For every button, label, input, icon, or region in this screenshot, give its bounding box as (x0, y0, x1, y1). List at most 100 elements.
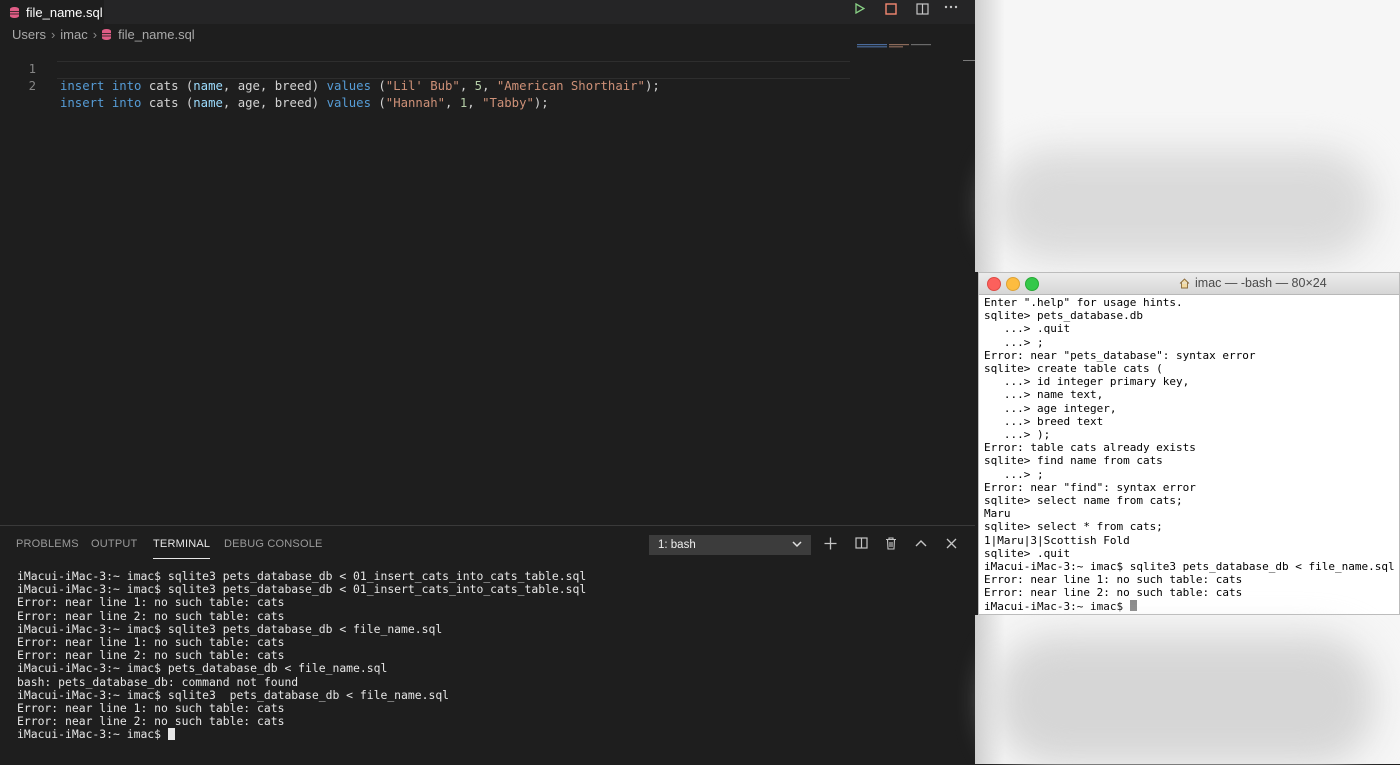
mac-terminal-output[interactable]: Enter ".help" for usage hints. sqlite> pe… (984, 296, 1395, 613)
terminal-line: sqlite> find name from cats (984, 454, 1163, 468)
bottom-panel: PROBLEMS OUTPUT TERMINAL DEBUG CONSOLE 1… (0, 526, 975, 764)
plus-icon[interactable] (821, 534, 839, 552)
code-token: cats ( (141, 79, 194, 93)
terminal-lines: iMacui-iMac-3:~ imac$ sqlite3 pets_datab… (17, 569, 586, 728)
code-token: , age, breed) (222, 96, 327, 110)
terminal-line: bash: pets_database_db: command not foun… (17, 674, 299, 689)
zoom-window-button[interactable] (1025, 277, 1039, 291)
window-title-text: imac — -bash — 80×24 (1195, 276, 1327, 290)
code-token: "Hannah" (385, 96, 446, 110)
code-token: ); (644, 79, 660, 93)
terminal-line: sqlite> .quit (984, 546, 1071, 560)
maximize-panel-icon[interactable] (912, 534, 930, 552)
code-token: "American Shorthair" (496, 79, 645, 93)
home-icon (1179, 277, 1190, 288)
window-title: imac — -bash — 80×24 (1179, 276, 1327, 290)
terminal-line: Error: table cats already exists (984, 441, 1196, 455)
code-token: insert (60, 79, 105, 93)
split-editor-icon[interactable] (913, 0, 931, 17)
breadcrumb: Users › imac › file_name.sql (12, 27, 195, 42)
code-line[interactable]: 2 insert into cats (name, age, breed) va… (0, 61, 850, 110)
breadcrumb-users[interactable]: Users (12, 27, 46, 42)
terminal-line: Error: near "find": syntax error (984, 480, 1196, 494)
split-terminal-icon[interactable] (852, 534, 870, 552)
code-line[interactable]: 1 insert into cats (name, age, breed) va… (0, 44, 850, 93)
code-token: into (111, 96, 142, 110)
terminal-cursor (167, 728, 175, 741)
terminal-prompt: iMacui-iMac-3:~ imac$ (17, 727, 168, 742)
blurred-background (975, 615, 1400, 765)
editor-tab-bar: file_name.sql (0, 0, 975, 24)
breadcrumb-imac[interactable]: imac (60, 27, 87, 42)
code-token: name (193, 96, 223, 110)
mac-terminal-cursor (1129, 599, 1137, 611)
terminal-line: 1|Maru|3|Scottish Fold (984, 533, 1130, 547)
overview-ruler-mark (963, 60, 975, 61)
terminal-line: iMacui-iMac-3:~ imac$ pets_database_db <… (17, 661, 388, 676)
close-icon[interactable] (942, 534, 960, 552)
code-token: values (326, 79, 371, 93)
code-token: "Lil' Bub" (385, 79, 460, 93)
code-editor[interactable]: 1 insert into cats (name, age, breed) va… (0, 44, 975, 524)
code-text: insert into cats (name, age, breed) valu… (60, 78, 660, 95)
terminal-line: ...> age integer, (984, 401, 1117, 415)
terminal-line: ...> ); (984, 428, 1051, 442)
terminal-output[interactable]: iMacui-iMac-3:~ imac$ sqlite3 pets_datab… (17, 569, 586, 742)
window-titlebar[interactable]: imac — -bash — 80×24 (979, 273, 1399, 295)
stop-icon[interactable] (883, 0, 899, 17)
terminal-line: ...> ; (984, 335, 1044, 349)
terminal-line: sqlite> select * from cats; (984, 520, 1163, 534)
chevron-right-icon: › (92, 27, 98, 42)
mac-terminal-lines: Enter ".help" for usage hints. sqlite> pe… (984, 296, 1395, 600)
vscode-window: file_name.sql Users › imac › file_name.s… (0, 0, 975, 764)
code-token: , (482, 79, 497, 93)
breadcrumb-file[interactable]: file_name.sql (118, 27, 195, 42)
terminal-line: Error: near line 1: no such table: cats (17, 595, 285, 610)
code-token: , (467, 96, 483, 110)
code-token: ); (533, 96, 549, 110)
terminal-line: ...> breed text (984, 414, 1104, 428)
chevron-down-icon (792, 541, 802, 548)
play-icon[interactable] (852, 0, 868, 17)
terminal-line: Error: near line 1: no such table: cats (984, 573, 1243, 587)
terminal-line: Error: near line 2: no such table: cats (17, 608, 285, 623)
ellipsis-icon[interactable] (942, 0, 960, 14)
terminal-line: ...> ; (984, 467, 1044, 481)
terminal-line: Enter ".help" for usage hints. (984, 296, 1183, 309)
terminal-line: Error: near line 2: no such table: cats (984, 586, 1243, 600)
mac-terminal-prompt: iMacui-iMac-3:~ imac$ (984, 599, 1130, 613)
code-token: into (111, 79, 142, 93)
terminal-line: sqlite> select name from cats; (984, 494, 1183, 508)
minimize-window-button[interactable] (1006, 277, 1020, 291)
code-token: name (193, 79, 223, 93)
code-token: "Tabby" (482, 96, 534, 110)
tab-file-name-sql[interactable]: file_name.sql (0, 0, 104, 24)
desktop-right: imac — -bash — 80×24 Enter ".help" for u… (975, 0, 1400, 765)
code-token: insert (60, 96, 105, 110)
tab-debug-console[interactable]: DEBUG CONSOLE (224, 538, 323, 550)
blurred-background (975, 0, 1400, 272)
code-token: cats ( (141, 96, 194, 110)
minimap[interactable] (857, 44, 932, 48)
mac-terminal-window[interactable]: imac — -bash — 80×24 Enter ".help" for u… (978, 272, 1400, 615)
mac-terminal-prompt-line: iMacui-iMac-3:~ imac$ (984, 599, 1395, 613)
code-token: , (445, 96, 460, 110)
terminal-line: ...> .quit (984, 322, 1071, 336)
code-token: , age, breed) (222, 79, 327, 93)
code-token: values (326, 96, 371, 110)
code-token: ( (370, 96, 386, 110)
tab-problems[interactable]: PROBLEMS (16, 538, 79, 550)
code-token: , (459, 79, 475, 93)
chevron-right-icon: › (50, 27, 56, 42)
terminal-line: Error: near "pets_database": syntax erro… (984, 348, 1256, 362)
code-token: ( (370, 79, 386, 93)
terminal-line: Maru (984, 507, 1011, 521)
tab-output[interactable]: OUTPUT (91, 538, 137, 550)
close-window-button[interactable] (987, 277, 1001, 291)
terminal-line: sqlite> create table cats ( (984, 362, 1163, 376)
tab-terminal[interactable]: TERMINAL (153, 538, 211, 559)
trash-icon[interactable] (882, 534, 900, 552)
code-text: insert into cats (name, age, breed) valu… (60, 95, 549, 112)
terminal-select[interactable]: 1: bash (649, 535, 811, 555)
